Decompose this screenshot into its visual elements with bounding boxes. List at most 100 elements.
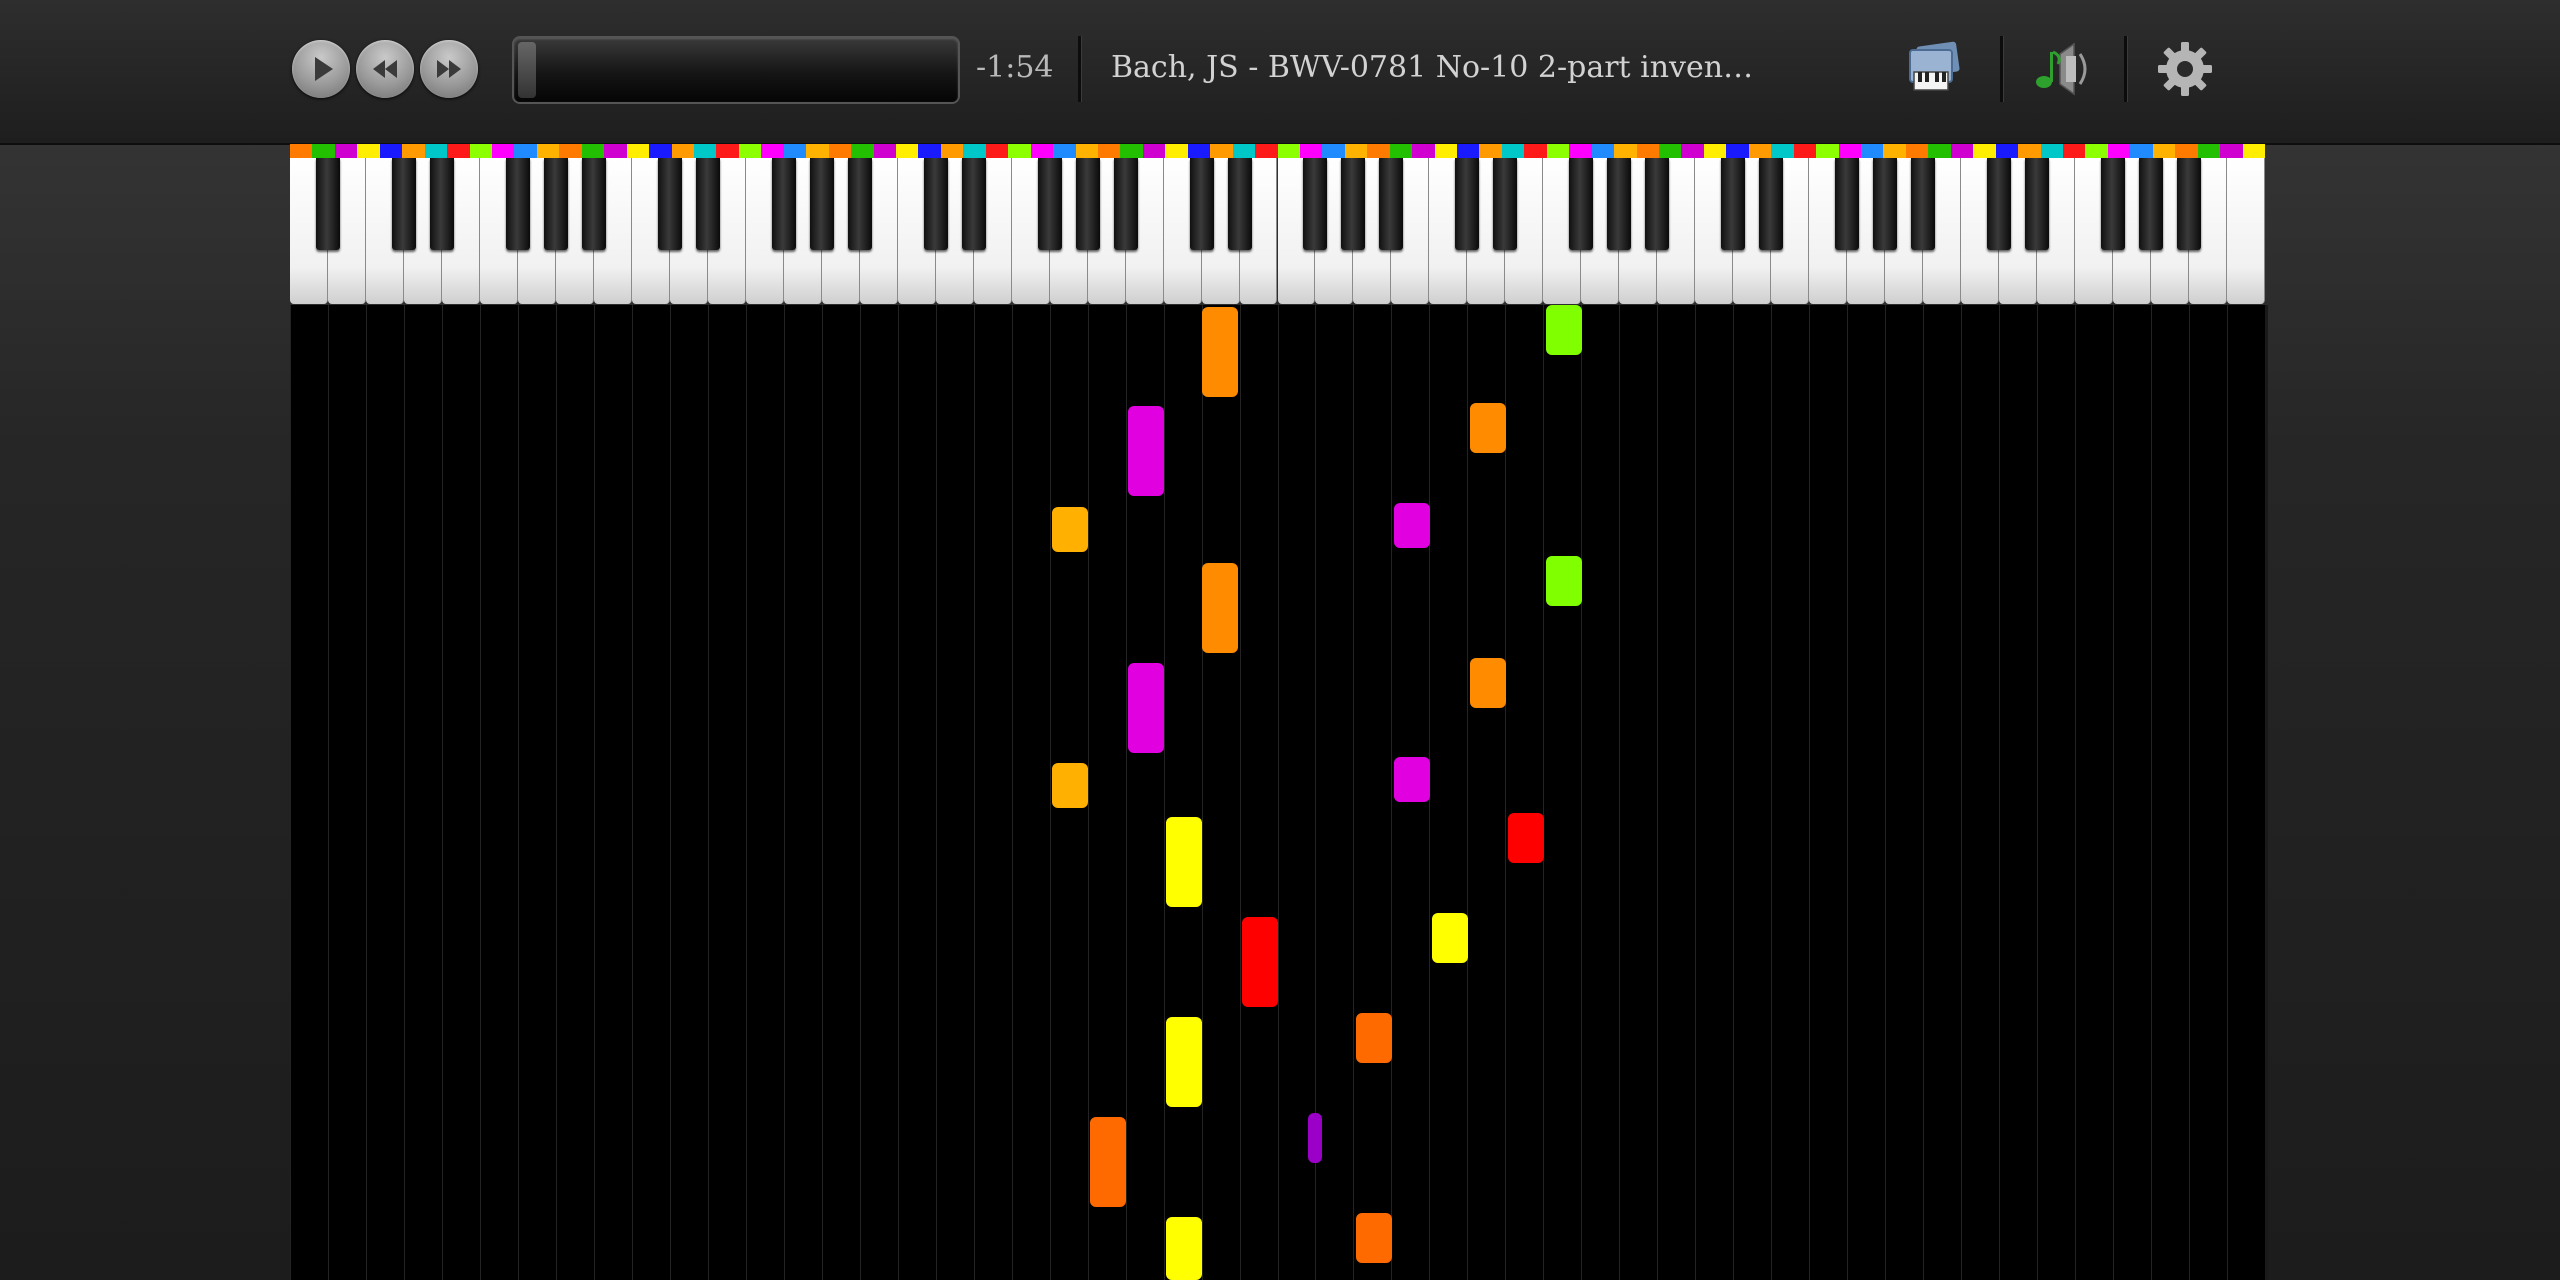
black-key[interactable] [315,158,340,250]
key-color-segment [1322,144,1346,158]
black-key[interactable] [581,158,606,250]
key-guide-line [2227,305,2229,1280]
play-button[interactable] [292,40,350,98]
black-key[interactable] [1455,158,1480,250]
black-key[interactable] [961,158,986,250]
key-color-segment [514,144,538,158]
falling-note [1202,307,1238,397]
black-key[interactable] [1493,158,1518,250]
key-guide-line [327,305,329,1280]
black-key[interactable] [1113,158,1138,250]
black-key[interactable] [1303,158,1328,250]
key-guide-line [479,305,481,1280]
black-key[interactable] [1227,158,1252,250]
falling-note [1052,763,1088,808]
black-key[interactable] [1189,158,1214,250]
key-color-segment [1255,144,1278,158]
black-key[interactable] [2139,158,2164,250]
black-key[interactable] [1379,158,1404,250]
black-key[interactable] [1607,158,1632,250]
settings-button[interactable] [2152,36,2218,102]
key-color-segment [1232,144,1256,158]
key-color-segment [693,144,717,158]
key-color-segment [1861,144,1884,158]
black-key[interactable] [543,158,568,250]
falling-note [1546,305,1582,355]
black-key[interactable] [2025,158,2050,250]
black-key[interactable] [1759,158,1784,250]
key-color-segment [1389,144,1413,158]
black-key[interactable] [1037,158,1062,250]
black-key[interactable] [429,158,454,250]
falling-note [1432,913,1468,963]
toolbar-divider [2000,36,2003,102]
key-color-segment [626,144,650,158]
black-key[interactable] [923,158,948,250]
black-key[interactable] [771,158,796,250]
key-color-segment [604,144,628,158]
key-color-segment [1434,144,1458,158]
key-guide-line [1467,305,1469,1280]
key-guide-line [2037,305,2039,1280]
black-key[interactable] [1569,158,1594,250]
black-key[interactable] [2101,158,2126,250]
key-color-segment [536,144,560,158]
key-color-segment [2063,144,2086,158]
progress-handle[interactable] [518,42,536,98]
key-guide-line [707,305,709,1280]
key-color-segment [1905,144,1929,158]
key-color-segment [985,144,1009,158]
key-guide-line [897,305,899,1280]
key-color-segment [559,144,583,158]
key-color-segment [2130,144,2154,158]
key-color-segment [918,144,942,158]
black-key[interactable] [1911,158,1936,250]
key-guide-line [1239,305,1241,1280]
black-key[interactable] [1645,158,1670,250]
black-key[interactable] [847,158,872,250]
black-key[interactable] [695,158,720,250]
key-guide-line [1657,305,1659,1280]
key-guide-line [1961,305,1963,1280]
key-guide-line [1847,305,1849,1280]
key-color-segment [1524,144,1548,158]
key-color-segment [1928,144,1952,158]
key-color-segment [963,144,987,158]
black-key[interactable] [391,158,416,250]
key-guide-line [1619,305,1621,1280]
key-color-segment [1008,144,1032,158]
keyboard-picture-button[interactable] [1904,36,1970,102]
black-key[interactable] [1987,158,2012,250]
black-key[interactable] [1721,158,1746,250]
music-volume-button[interactable] [2030,36,2096,102]
key-color-segment [2085,144,2109,158]
key-color-segment [873,144,897,158]
key-color-segment [783,144,807,158]
white-key[interactable] [2227,158,2265,304]
progress-bar[interactable] [514,38,958,102]
key-guide-line [1885,305,1887,1280]
black-key[interactable] [657,158,682,250]
black-key[interactable] [1341,158,1366,250]
black-key[interactable] [809,158,834,250]
rewind-icon [373,60,397,78]
black-key[interactable] [2177,158,2202,250]
key-color-segment [1479,144,1503,158]
key-guide-line [1695,305,1697,1280]
key-guide-line [593,305,595,1280]
music-speaker-icon [2036,42,2087,96]
black-key[interactable] [1873,158,1898,250]
rewind-button[interactable] [356,40,414,98]
black-key[interactable] [505,158,530,250]
key-color-segment [2220,144,2244,158]
fast-forward-button[interactable] [420,40,478,98]
key-guide-line [1771,305,1773,1280]
key-guide-line [517,305,519,1280]
key-guide-line [1999,305,2001,1280]
black-key[interactable] [1835,158,1860,250]
key-color-segment [290,144,313,158]
key-guide-line [631,305,633,1280]
black-key[interactable] [1075,158,1100,250]
falling-note [1128,663,1164,753]
piano-keyboard[interactable] [290,144,2266,304]
